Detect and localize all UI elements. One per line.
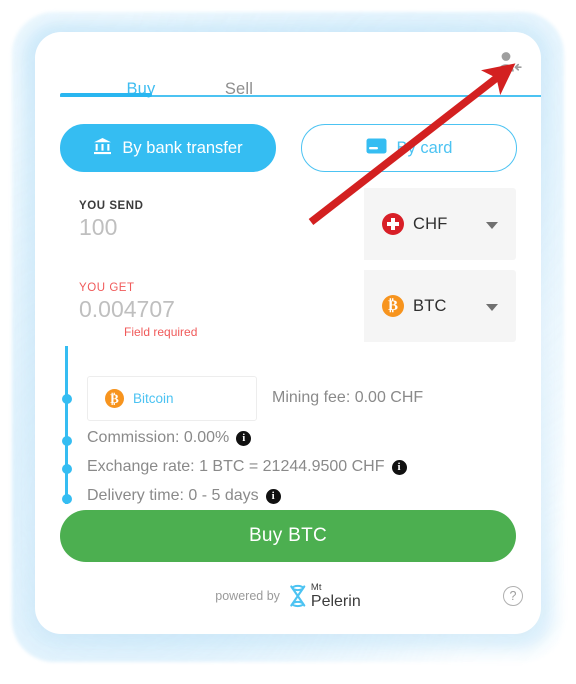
bitcoin-icon: ₿ bbox=[105, 389, 124, 408]
info-icon[interactable]: i bbox=[236, 430, 252, 446]
mt-pelerin-logo: Mt Pelerin bbox=[288, 583, 361, 610]
widget-footer: powered by Mt Pelerin ? bbox=[35, 574, 541, 626]
you-get-input-wrap[interactable]: YOU GET 0.004707 Field required bbox=[60, 270, 364, 342]
network-selector[interactable]: ₿ Bitcoin bbox=[87, 376, 257, 421]
get-currency-code: BTC bbox=[413, 296, 447, 315]
tab-sell[interactable]: Sell bbox=[193, 70, 285, 108]
help-icon[interactable]: ? bbox=[503, 586, 523, 606]
mt-pelerin-mark-icon bbox=[289, 585, 305, 608]
payment-method-card[interactable]: By card bbox=[301, 124, 517, 172]
timeline-dot bbox=[61, 394, 72, 404]
info-icon[interactable]: i bbox=[265, 488, 281, 504]
brand-name-bottom: Pelerin bbox=[310, 592, 361, 610]
exchange-rate-row: Exchange rate: 1 BTC = 21244.9500 CHF i bbox=[87, 458, 407, 476]
send-currency-code: CHF bbox=[413, 214, 448, 233]
brand-name-top: Mt bbox=[310, 582, 322, 593]
send-currency-select[interactable]: CHF bbox=[364, 188, 516, 260]
commission-text: Commission: 0.00% bbox=[87, 429, 230, 446]
buy-btc-button[interactable]: Buy BTC bbox=[60, 510, 516, 562]
you-get-error-message: Field required bbox=[124, 325, 198, 339]
payment-method-bank-label: By bank transfer bbox=[122, 138, 243, 157]
chevron-down-icon bbox=[486, 222, 498, 229]
tab-active-underline bbox=[60, 93, 152, 97]
timeline-dot bbox=[61, 494, 72, 504]
you-send-row: YOU SEND 100 CHF bbox=[60, 188, 516, 260]
you-get-value[interactable]: 0.004707 bbox=[79, 296, 364, 323]
you-send-input-wrap[interactable]: YOU SEND 100 bbox=[60, 188, 364, 260]
bank-icon bbox=[93, 137, 112, 160]
you-get-label: YOU GET bbox=[79, 282, 135, 294]
delivery-time-text: Delivery time: 0 - 5 days bbox=[87, 487, 259, 504]
powered-by-text: powered by bbox=[215, 589, 280, 604]
get-currency-select[interactable]: ₿ BTC bbox=[364, 270, 516, 342]
exchange-rate-text: Exchange rate: 1 BTC = 21244.9500 CHF bbox=[87, 458, 385, 475]
bitcoin-icon: ₿ bbox=[382, 295, 404, 317]
payment-method-bank-transfer[interactable]: By bank transfer bbox=[60, 124, 276, 172]
chevron-down-icon bbox=[486, 304, 498, 311]
credit-card-icon bbox=[366, 138, 387, 159]
payment-method-group: By bank transfer By card bbox=[60, 124, 517, 174]
info-icon[interactable]: i bbox=[391, 459, 407, 475]
you-get-row: YOU GET 0.004707 Field required ₿ BTC bbox=[60, 270, 516, 342]
transaction-details: ₿ Bitcoin Mining fee: 0.00 CHF Commissio… bbox=[60, 346, 516, 506]
mining-fee-text: Mining fee: 0.00 CHF bbox=[272, 389, 424, 406]
tab-buy[interactable]: Buy bbox=[95, 70, 187, 108]
delivery-time-row: Delivery time: 0 - 5 days i bbox=[87, 487, 281, 505]
timeline-line bbox=[65, 346, 68, 504]
swiss-flag-icon bbox=[382, 213, 404, 235]
you-send-label: YOU SEND bbox=[79, 200, 144, 212]
timeline-dot bbox=[61, 436, 72, 446]
exchange-widget-card: Buy Sell By bank transfer By card YOU SE… bbox=[35, 32, 541, 634]
you-send-value[interactable]: 100 bbox=[79, 214, 364, 241]
network-label: Bitcoin bbox=[133, 391, 174, 406]
timeline-dot bbox=[61, 464, 72, 474]
commission-row: Commission: 0.00% i bbox=[87, 429, 252, 447]
powered-by-block: powered by Mt Pelerin bbox=[215, 583, 360, 610]
payment-method-card-label: By card bbox=[396, 138, 453, 157]
